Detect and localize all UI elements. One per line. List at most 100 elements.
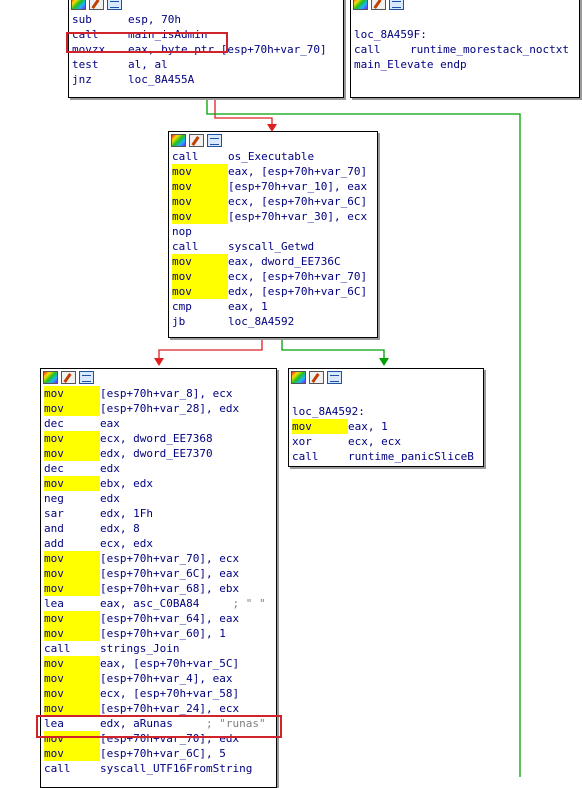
operands[interactable]: eax, [esp+70h+var_70] [228,165,367,178]
instruction-line[interactable]: sub esp, 70h [72,12,343,27]
instruction-line[interactable]: mov [esp+70h+var_24], ecx [44,701,276,716]
operands[interactable]: eax, [esp+70h+var_5C] [100,657,239,670]
operands[interactable]: [esp+70h+var_30], ecx [228,210,367,223]
graph-overview-icon[interactable] [291,371,306,384]
operands[interactable]: loc_8A4592 [228,315,294,328]
operands[interactable]: ecx, [esp+70h+var_58] [100,687,239,700]
edit-node-icon[interactable] [61,371,76,384]
node-color-icon[interactable] [389,0,404,10]
instruction-line[interactable]: jb loc_8A4592 [172,314,377,329]
code-block-bottom-right[interactable]: loc_8A4592: mov eax, 1 xor ecx, ecx call runti… [288,368,484,467]
instruction-line[interactable]: mov [esp+70h+var_10], eax [172,179,377,194]
operands[interactable]: [esp+70h+var_6C], 5 [100,747,226,760]
instruction-line[interactable]: mov [esp+70h+var_70], ecx [44,551,276,566]
instruction-line[interactable]: mov ecx, dword_EE7368 [44,431,276,446]
instruction-line[interactable]: add ecx, edx [44,536,276,551]
node-color-icon[interactable] [327,371,342,384]
instruction-line[interactable]: mov eax, [esp+70h+var_5C] [44,656,276,671]
operands[interactable]: [esp+70h+var_24], ecx [100,702,239,715]
code-block-middle[interactable]: call os_Executable mov eax, [esp+70h+var_70… [168,131,378,338]
code-label[interactable]: loc_8A459F: [354,28,427,41]
operands[interactable]: [esp+70h+var_60], 1 [100,627,226,640]
operands[interactable]: esp, 70h [128,13,181,26]
instruction-line[interactable]: mov eax, 1 [292,419,483,434]
operands[interactable]: [esp+70h+var_70], ecx [100,552,239,565]
instruction-line[interactable]: call strings_Join [44,641,276,656]
instruction-line[interactable]: mov ecx, [esp+70h+var_6C] [172,194,377,209]
instruction-line[interactable]: dec eax [44,416,276,431]
code-block-top-right[interactable]: loc_8A459F: call runtime_morestack_noctxt m… [350,0,580,98]
code-label[interactable]: loc_8A4592: [292,405,365,418]
instruction-line[interactable]: jnz loc_8A455A [72,72,343,87]
graph-overview-icon[interactable] [43,371,58,384]
instruction-line[interactable]: mov [esp+70h+var_8], ecx [44,386,276,401]
operands[interactable]: edx, 1Fh [100,507,153,520]
operands[interactable]: ecx, edx [100,537,153,550]
instruction-line[interactable]: mov [esp+70h+var_30], ecx [172,209,377,224]
operands[interactable]: eax, asc_C0BA84 [100,597,199,610]
operands[interactable]: runtime_morestack_noctxt [410,43,569,56]
instruction-line[interactable]: call runtime_panicSliceB [292,449,483,464]
operands[interactable]: eax [100,417,120,430]
operands[interactable]: edx [100,492,120,505]
edit-node-icon[interactable] [89,0,104,10]
instruction-line[interactable]: mov [esp+70h+var_6C], 5 [44,746,276,761]
instruction-line[interactable]: mov [esp+70h+var_60], 1 [44,626,276,641]
instruction-line[interactable]: call os_Executable [172,149,377,164]
operands[interactable]: ecx, [esp+70h+var_6C] [228,195,367,208]
operands[interactable]: al, al [128,58,168,71]
instruction-line[interactable]: main_Elevate endp [354,57,579,72]
instruction-line[interactable]: sar edx, 1Fh [44,506,276,521]
operands[interactable]: runtime_panicSliceB [348,450,474,463]
graph-overview-icon[interactable] [353,0,368,10]
graph-overview-icon[interactable] [71,0,86,10]
instruction-line[interactable]: mov ecx, [esp+70h+var_58] [44,686,276,701]
operands[interactable]: eax, 1 [348,420,388,433]
operands[interactable]: [esp+70h+var_28], edx [100,402,239,415]
node-color-icon[interactable] [79,371,94,384]
instruction-line[interactable]: mov eax, dword_EE736C [172,254,377,269]
operands[interactable]: ecx, ecx [348,435,401,448]
edit-node-icon[interactable] [371,0,386,10]
instruction-line[interactable]: neg edx [44,491,276,506]
instruction-line[interactable]: xor ecx, ecx [292,434,483,449]
operands[interactable]: edx, [esp+70h+var_6C] [228,285,367,298]
operands[interactable]: os_Executable [228,150,314,163]
operands[interactable]: [esp+70h+var_6C], eax [100,567,239,580]
operands[interactable]: ecx, [esp+70h+var_70] [228,270,367,283]
instruction-line[interactable]: mov [esp+70h+var_4], eax [44,671,276,686]
node-color-icon[interactable] [207,134,222,147]
instruction-line[interactable]: mov [esp+70h+var_28], edx [44,401,276,416]
instruction-line[interactable]: dec edx [44,461,276,476]
instruction-line[interactable]: and edx, 8 [44,521,276,536]
instruction-line[interactable]: mov [esp+70h+var_6C], eax [44,566,276,581]
operands[interactable]: syscall_Getwd [228,240,314,253]
edit-node-icon[interactable] [309,371,324,384]
instruction-line[interactable]: cmp eax, 1 [172,299,377,314]
instruction-line[interactable]: mov eax, [esp+70h+var_70] [172,164,377,179]
operands[interactable]: edx, 8 [100,522,140,535]
instruction-line[interactable]: mov [esp+70h+var_64], eax [44,611,276,626]
instruction-line[interactable]: call runtime_morestack_noctxt [354,42,579,57]
operands[interactable]: edx, dword_EE7370 [100,447,213,460]
instruction-line[interactable]: loc_8A459F: [354,27,579,42]
operands[interactable]: [esp+70h+var_64], eax [100,612,239,625]
operands[interactable]: [esp+70h+var_10], eax [228,180,367,193]
operands[interactable]: [esp+70h+var_8], ecx [100,387,232,400]
instruction-line[interactable]: mov ebx, edx [44,476,276,491]
operands[interactable]: syscall_UTF16FromString [100,762,252,775]
instruction-line[interactable]: test al, al [72,57,343,72]
instruction-line[interactable]: mov edx, [esp+70h+var_6C] [172,284,377,299]
instruction-line[interactable]: mov edx, dword_EE7370 [44,446,276,461]
operands[interactable]: edx [100,462,120,475]
operands[interactable]: eax, 1 [228,300,268,313]
instruction-line[interactable]: nop [172,224,377,239]
instruction-line[interactable]: call syscall_Getwd [172,239,377,254]
instruction-line[interactable]: loc_8A4592: [292,404,483,419]
operands[interactable]: eax, dword_EE736C [228,255,341,268]
operands[interactable]: [esp+70h+var_4], eax [100,672,232,685]
operands[interactable]: strings_Join [100,642,179,655]
instruction-line[interactable]: lea eax, asc_C0BA84 ; " " [44,596,276,611]
instruction-line[interactable]: mov [esp+70h+var_68], ebx [44,581,276,596]
operands[interactable]: loc_8A455A [128,73,194,86]
